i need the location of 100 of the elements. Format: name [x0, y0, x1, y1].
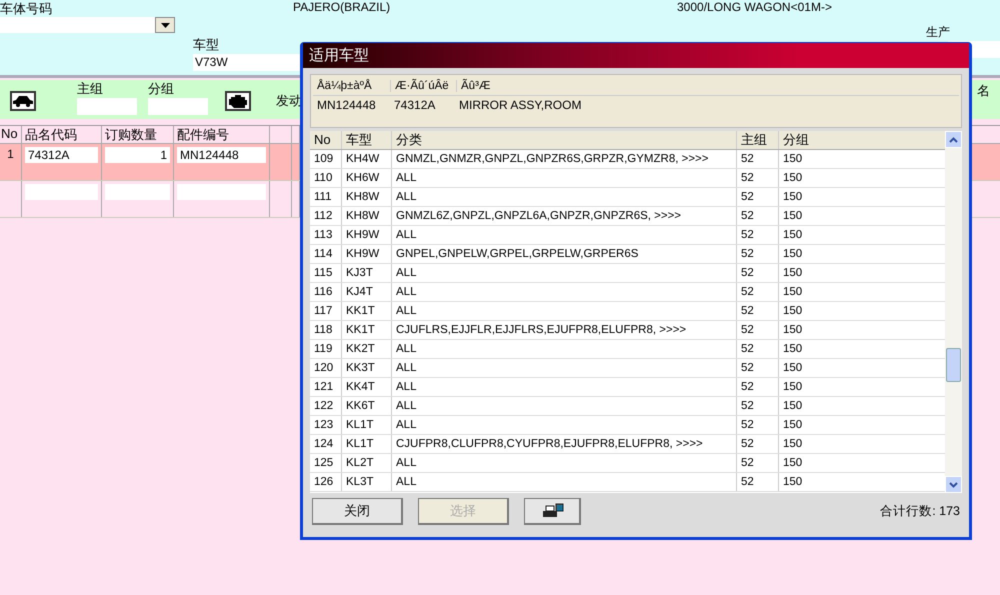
table-cell: KH6W	[342, 169, 392, 187]
table-cell: ALL	[392, 226, 737, 244]
table-cell-text: 150	[782, 342, 804, 357]
table-cell-text: 150	[782, 247, 804, 262]
table-cell: KK3T	[342, 359, 392, 377]
code-field[interactable]: 74312A	[25, 147, 98, 163]
table-cell: ALL	[392, 169, 737, 187]
quantity-field[interactable]: 1	[105, 147, 170, 163]
code-field[interactable]	[25, 184, 98, 200]
table-cell: GNMZL,GNMZR,GNPZL,GNPZR6S,GRPZR,GYMZR8, >>>>	[392, 150, 737, 168]
engine-button[interactable]	[225, 91, 251, 111]
info-column-header: Æ·Ãû´úÂë	[391, 80, 457, 92]
info-column-header: Åä¼þ±àºÅ	[313, 80, 391, 92]
table-cell: ALL	[392, 264, 737, 282]
car-icon	[12, 95, 34, 107]
table-cell: 119	[310, 340, 342, 358]
column-header: No	[0, 126, 22, 143]
table-cell: GNPEL,GNPELW,GRPEL,GRPELW,GRPER6S	[392, 245, 737, 263]
scrollbar[interactable]	[945, 131, 962, 493]
column-header: 车型	[342, 131, 392, 149]
table-cell: 52	[737, 416, 779, 434]
table-cell: 52	[737, 264, 779, 282]
caret-icon	[160, 22, 170, 28]
chevron-up-icon	[949, 136, 958, 142]
table-cell: 52	[737, 226, 779, 244]
table-cell: ALL	[392, 454, 737, 472]
scroll-up-button[interactable]	[945, 131, 962, 148]
table-cell: ALL	[392, 473, 737, 491]
table-cell-text: 150	[782, 456, 804, 471]
main-group-label: 主组	[77, 80, 104, 98]
part-number-field[interactable]: MN124448	[177, 147, 266, 163]
scroll-thumb[interactable]	[946, 348, 961, 382]
table-cell: KL1T	[342, 435, 392, 453]
sub-group-field[interactable]	[148, 98, 208, 115]
vin-combo-field[interactable]	[0, 17, 175, 33]
dropdown-button[interactable]	[155, 17, 175, 33]
car-button[interactable]	[10, 91, 36, 111]
column-header: 主组	[737, 131, 779, 149]
table-cell: 52	[737, 283, 779, 301]
table-cell: KK1T	[342, 302, 392, 320]
dialog-button[interactable]: 关闭	[312, 498, 403, 525]
column-header: 订购数量	[102, 126, 174, 143]
dialog-title: 适用车型	[309, 47, 369, 64]
table-cell: 113	[310, 226, 342, 244]
table-cell: 120	[310, 359, 342, 377]
print-button[interactable]	[524, 498, 581, 525]
main-group-field[interactable]	[77, 98, 137, 115]
table-cell: 112	[310, 207, 342, 225]
table-cell: 116	[310, 283, 342, 301]
table-cell: CJUFLRS,EJJFLR,EJJFLRS,EJUFPR8,ELUFPR8, >>>>	[392, 321, 737, 339]
table-cell: KH4W	[342, 150, 392, 168]
table-cell: GNMZL6Z,GNPZL,GNPZL6A,GNPZR,GNPZR6S, >>>>	[392, 207, 737, 225]
scroll-down-button[interactable]	[945, 476, 962, 493]
column-header: 分组	[782, 131, 810, 149]
sub-group-label: 分组	[148, 80, 175, 98]
table-cell: 123	[310, 416, 342, 434]
table-cell-text: 150	[782, 190, 804, 205]
table-cell: 52	[737, 435, 779, 453]
table-cell: CJUFPR8,CLUFPR8,CYUFPR8,EJUFPR8,ELUFPR8, >>>>	[392, 435, 737, 453]
table-cell-text: 150	[782, 266, 804, 281]
column-header: 分类	[392, 131, 737, 149]
table-cell: KH9W	[342, 226, 392, 244]
table-cell: 114	[310, 245, 342, 263]
table-cell: ALL	[392, 416, 737, 434]
table-cell-text: 150	[782, 304, 804, 319]
table-cell: KL1T	[342, 416, 392, 434]
table-cell: 121	[310, 378, 342, 396]
table-cell: 126	[310, 473, 342, 491]
table-cell: 52	[737, 245, 779, 263]
table-cell: 118	[310, 321, 342, 339]
column-header: 配件编号	[174, 126, 270, 143]
table-cell: 122	[310, 397, 342, 415]
table-cell: KK2T	[342, 340, 392, 358]
name-label: 名	[977, 82, 990, 100]
table-cell: KK6T	[342, 397, 392, 415]
part-number-field[interactable]	[177, 184, 266, 200]
quantity-field[interactable]	[105, 184, 170, 200]
engine-icon	[228, 94, 248, 108]
table-cell: 125	[310, 454, 342, 472]
table-cell: KK4T	[342, 378, 392, 396]
table-cell: 52	[737, 150, 779, 168]
table-cell: ALL	[392, 359, 737, 377]
info-value: MIRROR ASSY,ROOM	[458, 98, 582, 112]
table-cell: 110	[310, 169, 342, 187]
table-cell: ALL	[392, 188, 737, 206]
table-cell-text: 150	[782, 437, 804, 452]
info-value: 74312A	[393, 98, 436, 112]
table-cell: 52	[737, 397, 779, 415]
table-cell: 52	[737, 188, 779, 206]
table-cell-text: 150	[782, 171, 804, 186]
table-cell: 52	[737, 359, 779, 377]
table-cell: 52	[737, 473, 779, 491]
info-column-header: Ãû³Æ	[460, 80, 492, 92]
model-description: 3000/LONG WAGON<01M->	[677, 0, 832, 16]
table-cell-text: 150	[782, 323, 804, 338]
model-label: 车型	[193, 36, 220, 54]
table-cell: 111	[310, 188, 342, 206]
table-cell: 117	[310, 302, 342, 320]
table-cell: 109	[310, 150, 342, 168]
column-header: 品名代码	[22, 126, 102, 143]
